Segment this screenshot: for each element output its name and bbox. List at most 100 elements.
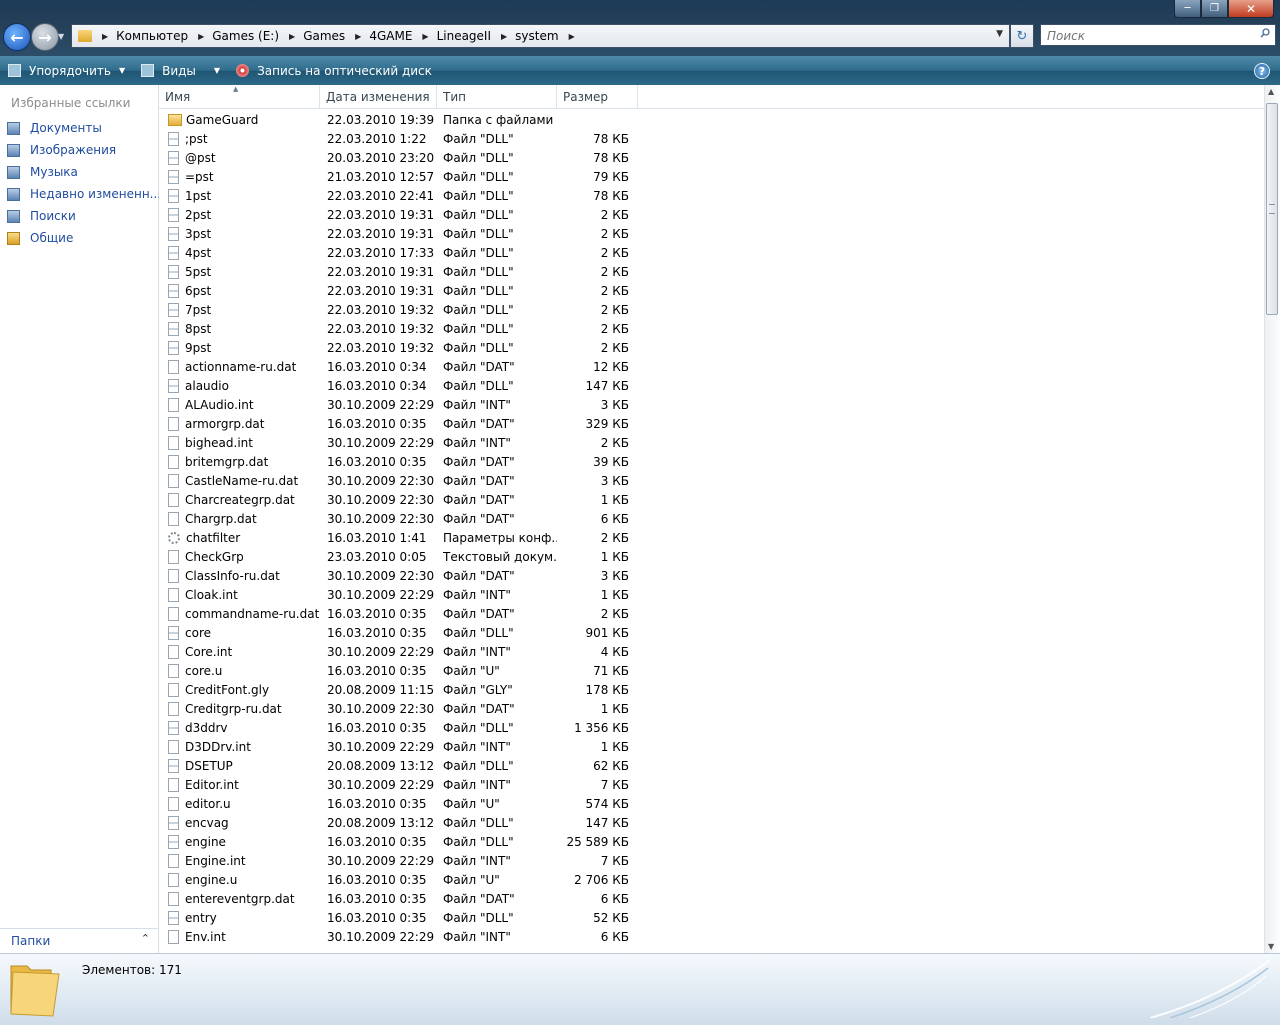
file-row[interactable]: Core.int 30.10.2009 22:29 Файл "INT" 4 КБ	[159, 642, 639, 661]
breadcrumb-lineage[interactable]: LineageII	[437, 29, 491, 43]
breadcrumb-separator-icon[interactable]: ▶	[102, 32, 108, 41]
file-name-cell: Editor.int	[159, 777, 320, 792]
scroll-down-icon[interactable]: ▼	[1268, 942, 1274, 951]
file-row[interactable]: ALAudio.int 30.10.2009 22:29 Файл "INT" 3 К…	[159, 395, 639, 414]
column-header-date[interactable]: Дата изменения	[320, 85, 437, 108]
search-icon[interactable]	[1260, 28, 1270, 38]
views-button[interactable]: Виды ▼	[133, 56, 228, 85]
file-row[interactable]: 2pst 22.03.2010 19:31 Файл "DLL" 2 КБ	[159, 205, 639, 224]
file-row[interactable]: ;pst 22.03.2010 1:22 Файл "DLL" 78 КБ	[159, 129, 639, 148]
sidebar-item-pictures[interactable]: Изображения	[7, 143, 116, 157]
file-row[interactable]: commandname-ru.dat 16.03.2010 0:35 Файл "D…	[159, 604, 639, 623]
breadcrumb-games[interactable]: Games	[303, 29, 345, 43]
close-icon[interactable]: ✕	[1228, 0, 1274, 18]
burn-disc-button[interactable]: Запись на оптический диск	[228, 56, 440, 85]
search-input[interactable]	[1045, 26, 1249, 46]
back-arrow-icon[interactable]: ←	[3, 23, 31, 51]
minimize-icon[interactable]: ─	[1174, 0, 1201, 18]
file-row[interactable]: editor.u 16.03.2010 0:35 Файл "U" 574 КБ	[159, 794, 639, 813]
vertical-scrollbar[interactable]: ▲ ▼	[1264, 85, 1280, 953]
sidebar-item-music[interactable]: Музыка	[7, 165, 78, 179]
file-row[interactable]: engine 16.03.2010 0:35 Файл "DLL" 25 589 КБ	[159, 832, 639, 851]
forward-arrow-icon[interactable]: →	[31, 23, 59, 51]
file-row[interactable]: alaudio 16.03.2010 0:34 Файл "DLL" 147 КБ	[159, 376, 639, 395]
organize-button[interactable]: Упорядочить ▼	[0, 56, 133, 85]
file-size: 901 КБ	[585, 625, 629, 640]
file-row[interactable]: 7pst 22.03.2010 19:32 Файл "DLL" 2 КБ	[159, 300, 639, 319]
file-size: 71 КБ	[593, 663, 629, 678]
breadcrumb-separator-icon[interactable]: ▶	[289, 32, 295, 41]
address-bar[interactable]: ▶ Компьютер ▶ Games (E:) ▶ Games ▶ 4GAME…	[71, 24, 1010, 48]
file-row[interactable]: 9pst 22.03.2010 19:32 Файл "DLL" 2 КБ	[159, 338, 639, 357]
file-name: alaudio	[185, 378, 229, 393]
breadcrumb-separator-icon[interactable]: ▶	[569, 32, 575, 41]
file-row[interactable]: Editor.int 30.10.2009 22:29 Файл "INT" 7 КБ	[159, 775, 639, 794]
folders-toggle[interactable]: Папки ⌃	[0, 928, 158, 953]
column-header-type[interactable]: Тип	[437, 85, 557, 108]
scroll-thumb[interactable]	[1266, 103, 1278, 315]
file-row[interactable]: ClassInfo-ru.dat 30.10.2009 22:30 Файл "DA…	[159, 566, 639, 585]
breadcrumb-separator-icon[interactable]: ▶	[501, 32, 507, 41]
file-row[interactable]: CastleName-ru.dat 30.10.2009 22:30 Файл "D…	[159, 471, 639, 490]
file-row[interactable]: 6pst 22.03.2010 19:31 Файл "DLL" 2 КБ	[159, 281, 639, 300]
breadcrumb-separator-icon[interactable]: ▶	[198, 32, 204, 41]
file-row[interactable]: armorgrp.dat 16.03.2010 0:35 Файл "DAT" 329…	[159, 414, 639, 433]
file-row[interactable]: Charcreategrp.dat 30.10.2009 22:30 Файл "D…	[159, 490, 639, 509]
file-icon	[168, 511, 179, 526]
column-header-size[interactable]: Размер	[557, 85, 638, 108]
file-row[interactable]: engine.u 16.03.2010 0:35 Файл "U" 2 706 КБ	[159, 870, 639, 889]
file-row[interactable]: =pst 21.03.2010 12:57 Файл "DLL" 79 КБ	[159, 167, 639, 186]
file-row[interactable]: entereventgrp.dat 16.03.2010 0:35 Файл "DA…	[159, 889, 639, 908]
refresh-icon[interactable]: ↻	[1010, 24, 1034, 48]
dll-file-icon	[168, 302, 179, 317]
file-icon	[168, 587, 179, 602]
scroll-up-icon[interactable]: ▲	[1268, 87, 1274, 96]
file-name: Engine.int	[185, 853, 246, 868]
breadcrumb-drive[interactable]: Games (E:)	[212, 29, 279, 43]
file-row[interactable]: @pst 20.03.2010 23:20 Файл "DLL" 78 КБ	[159, 148, 639, 167]
file-row[interactable]: Engine.int 30.10.2009 22:29 Файл "INT" 7 КБ	[159, 851, 639, 870]
file-row[interactable]: entry 16.03.2010 0:35 Файл "DLL" 52 КБ	[159, 908, 639, 927]
file-row[interactable]: core.u 16.03.2010 0:35 Файл "U" 71 КБ	[159, 661, 639, 680]
file-row[interactable]: D3DDrv.int 30.10.2009 22:29 Файл "INT" 1 КБ	[159, 737, 639, 756]
breadcrumb-separator-icon[interactable]: ▶	[422, 32, 428, 41]
file-row[interactable]: DSETUP 20.08.2009 13:12 Файл "DLL" 62 КБ	[159, 756, 639, 775]
maximize-icon[interactable]: ❐	[1201, 0, 1228, 18]
file-row[interactable]: GameGuard 22.03.2010 19:39 Папка с файлами	[159, 110, 639, 129]
sidebar-item-searches[interactable]: Поиски	[7, 209, 76, 223]
views-label: Виды	[162, 63, 196, 78]
file-row[interactable]: Chargrp.dat 30.10.2009 22:30 Файл "DAT" 6 К…	[159, 509, 639, 528]
file-row[interactable]: actionname-ru.dat 16.03.2010 0:34 Файл "DA…	[159, 357, 639, 376]
search-box[interactable]	[1040, 24, 1276, 46]
file-row[interactable]: Env.int 30.10.2009 22:29 Файл "INT" 6 КБ	[159, 927, 639, 946]
file-row[interactable]: encvag 20.08.2009 13:12 Файл "DLL" 147 КБ	[159, 813, 639, 832]
breadcrumb-computer[interactable]: Компьютер	[116, 29, 188, 43]
chevron-down-icon[interactable]: ▼	[214, 66, 220, 75]
column-header-name[interactable]: ▲ Имя	[159, 85, 320, 108]
sidebar-item-public[interactable]: Общие	[7, 231, 73, 245]
file-row[interactable]: 8pst 22.03.2010 19:32 Файл "DLL" 2 КБ	[159, 319, 639, 338]
file-row[interactable]: CreditFont.gly 20.08.2009 11:15 Файл "GLY"…	[159, 680, 639, 699]
address-dropdown-icon[interactable]: ▼	[996, 29, 1003, 39]
file-row[interactable]: 5pst 22.03.2010 19:31 Файл "DLL" 2 КБ	[159, 262, 639, 281]
help-icon[interactable]: ?	[1254, 63, 1270, 79]
file-row[interactable]: 1pst 22.03.2010 22:41 Файл "DLL" 78 КБ	[159, 186, 639, 205]
file-row[interactable]: Creditgrp-ru.dat 30.10.2009 22:30 Файл "DA…	[159, 699, 639, 718]
sidebar-item-recent[interactable]: Недавно измененн...	[7, 187, 161, 201]
file-row[interactable]: bighead.int 30.10.2009 22:29 Файл "INT" 2 К…	[159, 433, 639, 452]
sidebar-item-documents[interactable]: Документы	[7, 121, 102, 135]
file-row[interactable]: d3ddrv 16.03.2010 0:35 Файл "DLL" 1 356 КБ	[159, 718, 639, 737]
file-row[interactable]: CheckGrp 23.03.2010 0:05 Текстовый докум..…	[159, 547, 639, 566]
file-row[interactable]: 4pst 22.03.2010 17:33 Файл "DLL" 2 КБ	[159, 243, 639, 262]
file-row[interactable]: chatfilter 16.03.2010 1:41 Параметры конф.…	[159, 528, 639, 547]
breadcrumb-separator-icon[interactable]: ▶	[355, 32, 361, 41]
file-type: Файл "INT"	[443, 929, 511, 944]
breadcrumb-4game[interactable]: 4GAME	[369, 29, 412, 43]
file-row[interactable]: Cloak.int 30.10.2009 22:29 Файл "INT" 1 КБ	[159, 585, 639, 604]
file-name: 1pst	[185, 188, 212, 203]
file-row[interactable]: britemgrp.dat 16.03.2010 0:35 Файл "DAT" 39…	[159, 452, 639, 471]
breadcrumb-system[interactable]: system	[515, 29, 558, 43]
recent-pages-chevron-icon[interactable]: ▼	[58, 32, 64, 41]
file-row[interactable]: 3pst 22.03.2010 19:31 Файл "DLL" 2 КБ	[159, 224, 639, 243]
file-row[interactable]: core 16.03.2010 0:35 Файл "DLL" 901 КБ	[159, 623, 639, 642]
